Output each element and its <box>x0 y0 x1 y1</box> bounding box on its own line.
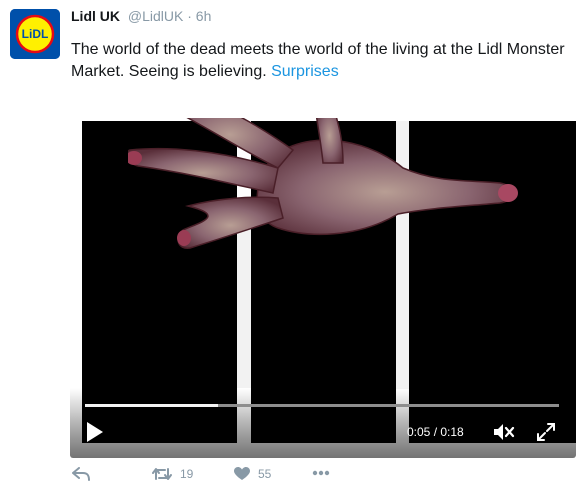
retweet-count: 19 <box>180 467 194 481</box>
reply-icon <box>72 467 90 481</box>
hashtag-link[interactable]: Surprises <box>271 63 339 80</box>
svg-text:LiDL: LiDL <box>22 27 49 41</box>
play-icon[interactable] <box>86 421 104 443</box>
tweet-timestamp[interactable]: 6h <box>196 8 212 24</box>
like-icon <box>234 467 250 480</box>
like-button[interactable]: 55 <box>234 467 271 481</box>
video-time-display: 0:05 / 0:18 <box>407 425 464 439</box>
author-handle[interactable]: @LidlUK <box>128 8 183 24</box>
like-count: 55 <box>258 467 272 481</box>
video-player[interactable]: 0:05 / 0:18 <box>70 118 576 458</box>
video-progress-bar[interactable] <box>85 404 559 407</box>
fullscreen-icon[interactable] <box>536 422 556 442</box>
reply-button[interactable] <box>72 467 90 481</box>
video-progress-fill <box>85 404 218 407</box>
tweet-header: Lidl UK @LidlUK · 6h <box>71 7 211 25</box>
avatar[interactable]: LiDL <box>10 9 60 59</box>
author-name[interactable]: Lidl UK <box>71 8 120 24</box>
more-icon <box>312 470 330 476</box>
retweet-icon <box>152 468 172 480</box>
tweet-text: The world of the dead meets the world of… <box>71 39 571 83</box>
monster-hand-image <box>128 118 518 249</box>
mute-icon[interactable] <box>493 422 515 442</box>
separator: · <box>187 8 192 24</box>
retweet-button[interactable]: 19 <box>152 467 193 481</box>
more-button[interactable] <box>312 470 330 476</box>
lidl-logo-icon: LiDL <box>10 9 60 59</box>
